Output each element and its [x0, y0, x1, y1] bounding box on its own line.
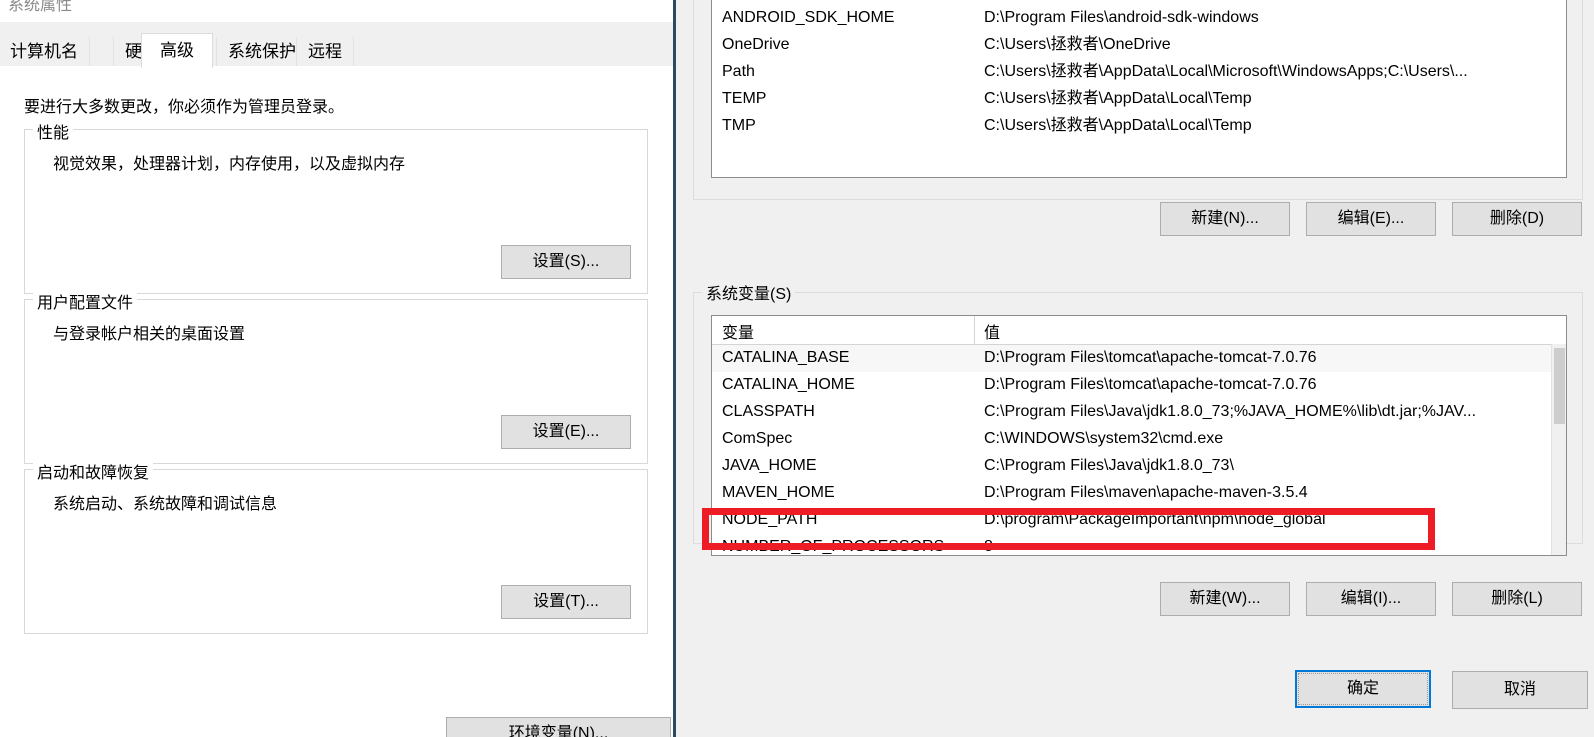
table-row[interactable]: NUMBER_OF_PROCESSORS 8 — [712, 534, 1566, 555]
startup-recovery-group: 启动和故障恢复 系统启动、系统故障和调试信息 设置(T)... — [24, 459, 648, 634]
performance-group-description: 视觉效果，处理器计划，内存使用，以及虚拟内存 — [53, 156, 406, 173]
scrollbar-thumb[interactable] — [1554, 348, 1565, 424]
variable-name-cell: CATALINA_BASE — [722, 349, 850, 366]
system-delete-button[interactable]: 删除(L) — [1452, 582, 1582, 616]
table-row[interactable]: TEMP C:\Users\拯救者\AppData\Local\Temp — [712, 86, 1566, 113]
variable-name-cell: ANDROID_SDK_HOME — [722, 9, 895, 26]
variable-value-cell: 8 — [984, 538, 993, 555]
startup-recovery-settings-button[interactable]: 设置(T)... — [501, 585, 631, 619]
tab-strip: 计算机名 硬件 高级 系统保护 远程 — [0, 22, 673, 68]
table-row[interactable]: ComSpec C:\WINDOWS\system32\cmd.exe — [712, 426, 1566, 453]
variable-value-cell: D:\program\PackageImportant\npm\node_glo… — [984, 511, 1326, 528]
startup-recovery-group-title: 启动和故障恢复 — [33, 459, 154, 483]
table-row[interactable]: TMP C:\Users\拯救者\AppData\Local\Temp — [712, 113, 1566, 140]
table-row[interactable]: CATALINA_HOME D:\Program Files\tomcat\apa… — [712, 372, 1566, 399]
variable-value-cell: C:\Program Files\Java\jdk1.8.0_73;%JAVA_… — [984, 403, 1477, 420]
system-variables-group-title: 系统变量(S) — [702, 280, 796, 304]
variable-name-cell: OneDrive — [722, 36, 790, 53]
startup-recovery-group-description: 系统启动、系统故障和调试信息 — [53, 496, 278, 513]
system-variables-list-header: 变量 值 — [712, 316, 1566, 345]
system-variables-list[interactable]: 变量 值 CATALINA_BASE D:\Program Files\tomca… — [711, 315, 1567, 556]
ok-button[interactable]: 确定 — [1295, 670, 1431, 708]
user-profiles-settings-button[interactable]: 设置(E)... — [501, 415, 631, 449]
table-row[interactable]: MAVEN_HOME D:\Program Files\maven\apache-… — [712, 480, 1566, 507]
variable-name-cell: NODE_PATH — [722, 511, 818, 528]
tab-system-protection[interactable]: 系统保护 — [216, 37, 308, 67]
environment-variables-button[interactable]: 环境变量(N)... — [446, 717, 671, 737]
variable-name-cell: ComSpec — [722, 430, 793, 447]
variable-value-cell: C:\Users\拯救者\AppData\Local\Temp — [984, 117, 1252, 134]
table-row[interactable]: CATALINA_BASE D:\Program Files\tomcat\apa… — [712, 345, 1566, 372]
variable-value-cell: D:\Program Files\tomcat\apache-tomcat-7.… — [984, 349, 1317, 366]
window-title: 系统属性 — [8, 0, 73, 14]
table-row[interactable]: OneDrive C:\Users\拯救者\OneDrive — [712, 32, 1566, 59]
variable-name-cell: TMP — [722, 117, 756, 134]
table-row[interactable]: JAVA_HOME C:\Program Files\Java\jdk1.8.0_… — [712, 453, 1566, 480]
performance-group-title: 性能 — [33, 119, 74, 143]
column-header-variable[interactable]: 变量 — [722, 319, 754, 343]
variable-name-cell: CATALINA_HOME — [722, 376, 855, 393]
tab-remote[interactable]: 远程 — [296, 37, 354, 67]
dialog-left-border — [673, 0, 676, 737]
variable-value-cell: C:\Users\拯救者\AppData\Local\Temp — [984, 90, 1252, 107]
admin-login-note: 要进行大多数更改，你必须作为管理员登录。 — [24, 99, 345, 116]
column-separator[interactable] — [974, 316, 975, 344]
user-delete-button[interactable]: 删除(D) — [1452, 202, 1582, 236]
variable-value-cell: C:\Users\拯救者\AppData\Local\Microsoft\Win… — [984, 63, 1468, 80]
variable-value-cell: C:\Users\拯救者\OneDrive — [984, 36, 1171, 53]
variable-value-cell: D:\Program Files\maven\apache-maven-3.5.… — [984, 484, 1308, 501]
variable-value-cell: C:\Program Files\Java\jdk1.8.0_73\ — [984, 457, 1234, 474]
variable-value-cell: D:\Program Files\android-sdk-windows — [984, 9, 1259, 26]
variable-name-cell: TEMP — [722, 90, 767, 107]
table-row[interactable]: Path C:\Users\拯救者\AppData\Local\Microsoft… — [712, 59, 1566, 86]
user-variables-list[interactable]: ANDROID_SDK_HOME D:\Program Files\android… — [711, 0, 1567, 178]
user-edit-button[interactable]: 编辑(E)... — [1306, 202, 1436, 236]
table-row[interactable]: CLASSPATH C:\Program Files\Java\jdk1.8.0_… — [712, 399, 1566, 426]
column-header-value[interactable]: 值 — [984, 319, 1000, 343]
performance-group: 性能 视觉效果，处理器计划，内存使用，以及虚拟内存 设置(S)... — [24, 119, 648, 294]
variable-name-cell: JAVA_HOME — [722, 457, 817, 474]
system-properties-window: 系统属性 计算机名 硬件 高级 系统保护 远程 要进行大多数更改，你必须作为管理… — [0, 0, 673, 737]
variable-name-cell: MAVEN_HOME — [722, 484, 835, 501]
variable-name-cell: Path — [722, 63, 755, 80]
system-variables-scrollbar[interactable] — [1551, 344, 1566, 555]
variable-name-cell: NUMBER_OF_PROCESSORS — [722, 538, 945, 555]
variable-name-cell: CLASSPATH — [722, 403, 815, 420]
system-properties-titlebar: 系统属性 — [0, 0, 673, 22]
environment-variables-dialog: ANDROID_SDK_HOME D:\Program Files\android… — [673, 0, 1594, 737]
cancel-button[interactable]: 取消 — [1452, 671, 1588, 709]
table-row[interactable]: ANDROID_SDK_HOME D:\Program Files\android… — [712, 5, 1566, 32]
system-edit-button[interactable]: 编辑(I)... — [1306, 582, 1436, 616]
user-profiles-group: 用户配置文件 与登录帐户相关的桌面设置 设置(E)... — [24, 289, 648, 464]
variable-value-cell: D:\Program Files\tomcat\apache-tomcat-7.… — [984, 376, 1317, 393]
variable-value-cell: C:\WINDOWS\system32\cmd.exe — [984, 430, 1224, 447]
user-new-button[interactable]: 新建(N)... — [1160, 202, 1290, 236]
table-row[interactable]: NODE_PATH D:\program\PackageImportant\npm… — [712, 507, 1566, 534]
user-profiles-group-title: 用户配置文件 — [33, 289, 138, 313]
user-profiles-group-description: 与登录帐户相关的桌面设置 — [53, 326, 246, 343]
tab-computer-name[interactable]: 计算机名 — [0, 37, 90, 67]
performance-settings-button[interactable]: 设置(S)... — [501, 245, 631, 279]
advanced-tab-panel: 要进行大多数更改，你必须作为管理员登录。 性能 视觉效果，处理器计划，内存使用，… — [0, 66, 673, 737]
system-new-button[interactable]: 新建(W)... — [1160, 582, 1290, 616]
tab-advanced[interactable]: 高级 — [141, 33, 213, 68]
